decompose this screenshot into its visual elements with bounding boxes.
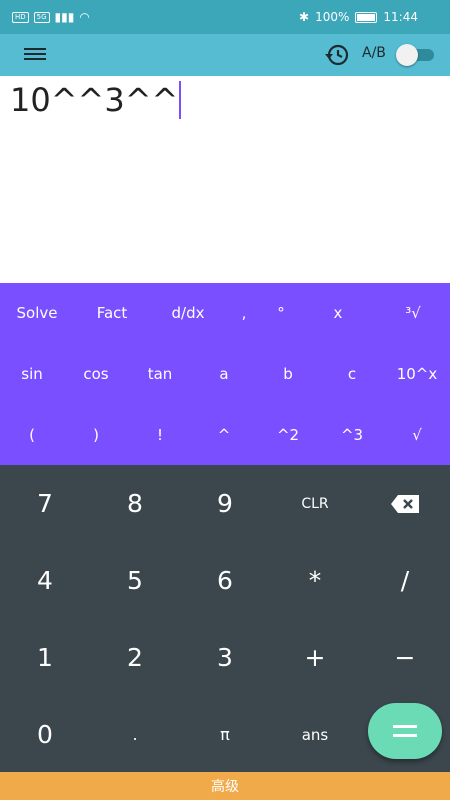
key-6[interactable]: 6 xyxy=(180,542,270,619)
c-variable-key[interactable]: c xyxy=(320,344,384,404)
key-9[interactable]: 9 xyxy=(180,465,270,542)
close-paren-key[interactable]: ) xyxy=(64,405,128,465)
comma-key[interactable]: , xyxy=(226,283,262,343)
tan-key[interactable]: tan xyxy=(128,344,192,404)
sin-key[interactable]: sin xyxy=(0,344,64,404)
solve-key[interactable]: Solve xyxy=(0,283,74,343)
key-3[interactable]: 3 xyxy=(180,619,270,696)
network-badge: 5G xyxy=(33,11,50,23)
power-key[interactable]: ^ xyxy=(192,405,256,465)
backspace-icon xyxy=(391,494,419,513)
expression-line: 10^^3^^ xyxy=(10,80,182,120)
expression-text: 10^^3^^ xyxy=(10,81,179,119)
ab-mode-label: A/B xyxy=(362,45,386,61)
key-5[interactable]: 5 xyxy=(90,542,180,619)
cube-root-key[interactable]: ³√ xyxy=(376,283,450,343)
plus-key[interactable]: + xyxy=(270,619,360,696)
b-variable-key[interactable]: b xyxy=(256,344,320,404)
clock: 11:44 xyxy=(383,10,418,24)
battery-percent: 100% xyxy=(315,10,350,24)
multiply-key[interactable]: * xyxy=(270,542,360,619)
bluetooth-icon: ✱ xyxy=(299,10,310,24)
hamburger-menu-icon[interactable] xyxy=(24,45,46,63)
key-2[interactable]: 2 xyxy=(90,619,180,696)
key-4[interactable]: 4 xyxy=(0,542,90,619)
derivative-key[interactable]: d/dx xyxy=(150,283,226,343)
status-right: ✱ 100% 11:44 xyxy=(299,10,418,24)
sci-row-2: sin cos tan a b c 10^x xyxy=(0,344,450,404)
minus-key[interactable]: − xyxy=(360,619,450,696)
battery-icon xyxy=(355,11,378,23)
advanced-bar[interactable]: 高级 xyxy=(0,772,450,800)
backspace-key[interactable] xyxy=(360,465,450,542)
sci-row-3: ( ) ! ^ ^2 ^3 √ xyxy=(0,405,450,465)
square-key[interactable]: ^2 xyxy=(256,405,320,465)
ab-mode-toggle[interactable] xyxy=(396,44,436,66)
status-left: HD 5G ▮▮▮ ◠ xyxy=(12,10,90,24)
expression-display[interactable]: 10^^3^^ xyxy=(0,76,450,283)
ans-key[interactable]: ans xyxy=(270,696,360,773)
factorial-key[interactable]: ! xyxy=(128,405,192,465)
a-variable-key[interactable]: a xyxy=(192,344,256,404)
key-7[interactable]: 7 xyxy=(0,465,90,542)
pi-key[interactable]: π xyxy=(180,696,270,773)
cube-key[interactable]: ^3 xyxy=(320,405,384,465)
square-root-key[interactable]: √ xyxy=(384,405,450,465)
fact-key[interactable]: Fact xyxy=(74,283,150,343)
ten-power-key[interactable]: 10^x xyxy=(384,344,450,404)
app-bar: A/B xyxy=(0,34,450,76)
key-0[interactable]: 0 xyxy=(0,696,90,773)
history-icon[interactable] xyxy=(324,42,350,68)
advanced-label: 高级 xyxy=(211,779,239,795)
signal-icon: ▮▮▮ xyxy=(54,10,75,24)
divide-key[interactable]: / xyxy=(360,542,450,619)
key-8[interactable]: 8 xyxy=(90,465,180,542)
wifi-icon: ◠ xyxy=(79,10,90,24)
clear-key[interactable]: CLR xyxy=(270,465,360,542)
toggle-knob xyxy=(396,44,418,66)
scientific-panel: Solve Fact d/dx , ° x ³√ sin cos tan a b… xyxy=(0,283,450,465)
x-variable-key[interactable]: x xyxy=(300,283,376,343)
cos-key[interactable]: cos xyxy=(64,344,128,404)
equals-icon xyxy=(393,725,417,728)
key-1[interactable]: 1 xyxy=(0,619,90,696)
sci-row-1: Solve Fact d/dx , ° x ³√ xyxy=(0,283,450,343)
equals-button[interactable] xyxy=(368,703,442,759)
hd-badge: HD xyxy=(12,11,29,23)
degree-key[interactable]: ° xyxy=(262,283,300,343)
status-bar: HD 5G ▮▮▮ ◠ ✱ 100% 11:44 xyxy=(0,0,450,34)
text-cursor xyxy=(179,81,182,119)
equals-icon-line xyxy=(393,734,417,737)
open-paren-key[interactable]: ( xyxy=(0,405,64,465)
decimal-point-key[interactable]: . xyxy=(90,696,180,773)
